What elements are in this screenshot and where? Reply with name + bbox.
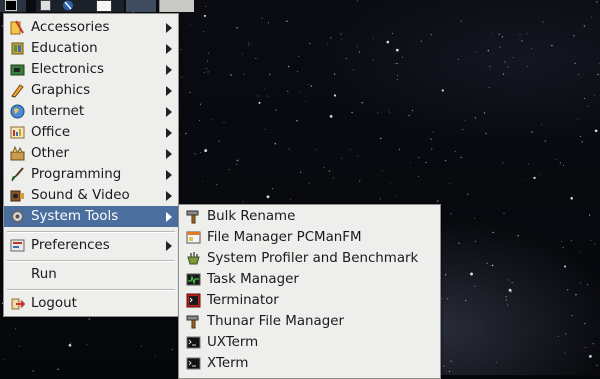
submenu-arrow-icon xyxy=(166,23,172,33)
sound-video-icon xyxy=(10,188,25,203)
menu-item-label: Education xyxy=(31,38,98,59)
menu-item-system-tools[interactable]: System Tools xyxy=(4,206,178,227)
education-icon xyxy=(10,41,25,56)
system-tools-submenu: Bulk Rename File Manager PCManFM System … xyxy=(178,204,441,379)
terminator-icon xyxy=(186,293,201,308)
submenu-item-label: Thunar File Manager xyxy=(207,311,344,332)
hammer-icon xyxy=(186,209,201,224)
logout-icon xyxy=(10,296,25,311)
submenu-item-label: Task Manager xyxy=(207,269,299,290)
submenu-arrow-icon xyxy=(166,149,172,159)
submenu-item-system-profiler[interactable]: System Profiler and Benchmark xyxy=(179,248,440,269)
menu-item-label: Other xyxy=(31,143,69,164)
submenu-item-label: UXTerm xyxy=(207,332,258,353)
hammer-icon xyxy=(186,314,201,329)
menu-item-label: Internet xyxy=(31,101,84,122)
submenu-item-terminator[interactable]: Terminator xyxy=(179,290,440,311)
menu-item-label: Run xyxy=(31,264,57,285)
menu-item-label: Electronics xyxy=(31,59,104,80)
menu-item-logout[interactable]: Logout xyxy=(4,293,178,314)
menu-item-electronics[interactable]: Electronics xyxy=(4,59,178,80)
menu-item-label: Preferences xyxy=(31,235,110,256)
active-desktop-indicator[interactable] xyxy=(126,0,156,12)
menu-item-education[interactable]: Education xyxy=(4,38,178,59)
submenu-arrow-icon xyxy=(166,241,172,251)
submenu-item-uxterm[interactable]: UXTerm xyxy=(179,332,440,353)
submenu-item-label: XTerm xyxy=(207,353,248,374)
menu-item-internet[interactable]: Internet xyxy=(4,101,178,122)
menu-item-label: Office xyxy=(31,122,70,143)
submenu-item-label: Bulk Rename xyxy=(207,206,295,227)
submenu-item-label: System Profiler and Benchmark xyxy=(207,248,418,269)
submenu-arrow-icon xyxy=(166,86,172,96)
menu-item-label: Graphics xyxy=(31,80,90,101)
preferences-icon xyxy=(10,238,25,253)
menu-item-label: System Tools xyxy=(31,206,118,227)
window-switcher-icon[interactable] xyxy=(96,0,112,12)
menu-item-programming[interactable]: Programming xyxy=(4,164,178,185)
task-manager-icon xyxy=(186,272,201,287)
submenu-item-label: File Manager PCManFM xyxy=(207,227,362,248)
file-manager-icon xyxy=(186,230,201,245)
submenu-item-file-manager-pcmanfm[interactable]: File Manager PCManFM xyxy=(179,227,440,248)
submenu-item-xterm[interactable]: XTerm xyxy=(179,353,440,374)
taskbar xyxy=(0,0,600,12)
web-browser-launcher-icon[interactable] xyxy=(62,0,74,11)
menu-item-sound-video[interactable]: Sound & Video xyxy=(4,185,178,206)
menu-item-preferences[interactable]: Preferences xyxy=(4,235,178,256)
terminal-icon xyxy=(186,335,201,350)
other-icon xyxy=(10,146,25,161)
terminal-icon xyxy=(186,356,201,371)
menu-item-label: Accessories xyxy=(31,17,109,38)
submenu-item-bulk-rename[interactable]: Bulk Rename xyxy=(179,206,440,227)
menu-item-other[interactable]: Other xyxy=(4,143,178,164)
programming-brush-icon xyxy=(10,167,25,182)
menu-item-accessories[interactable]: Accessories xyxy=(4,17,178,38)
submenu-arrow-icon xyxy=(166,212,172,222)
accessories-icon xyxy=(10,20,25,35)
file-manager-launcher-icon[interactable] xyxy=(40,0,51,11)
menu-item-run[interactable]: Run xyxy=(4,264,178,285)
application-menu: Accessories Education Electronics Graphi… xyxy=(3,13,179,317)
menu-separator xyxy=(7,260,175,262)
submenu-arrow-icon xyxy=(166,170,172,180)
menu-item-label: Logout xyxy=(31,293,77,314)
menu-item-graphics[interactable]: Graphics xyxy=(4,80,178,101)
menu-separator xyxy=(7,289,175,291)
graphics-icon xyxy=(10,83,25,98)
show-desktop-icon[interactable] xyxy=(5,0,17,11)
submenu-arrow-icon xyxy=(166,65,172,75)
gear-icon xyxy=(10,209,25,224)
submenu-arrow-icon xyxy=(166,128,172,138)
submenu-arrow-icon xyxy=(166,191,172,201)
taskbar-window-button[interactable] xyxy=(159,0,194,12)
electronics-icon xyxy=(10,62,25,77)
menu-separator xyxy=(7,231,175,233)
menu-item-label: Programming xyxy=(31,164,121,185)
profiler-icon xyxy=(186,251,201,266)
submenu-arrow-icon xyxy=(166,44,172,54)
office-icon xyxy=(10,125,25,140)
submenu-item-task-manager[interactable]: Task Manager xyxy=(179,269,440,290)
menu-item-label: Sound & Video xyxy=(31,185,130,206)
submenu-item-label: Terminator xyxy=(207,290,279,311)
submenu-arrow-icon xyxy=(166,107,172,117)
internet-globe-icon xyxy=(10,104,25,119)
menu-item-office[interactable]: Office xyxy=(4,122,178,143)
submenu-item-thunar-file-manager[interactable]: Thunar File Manager xyxy=(179,311,440,332)
